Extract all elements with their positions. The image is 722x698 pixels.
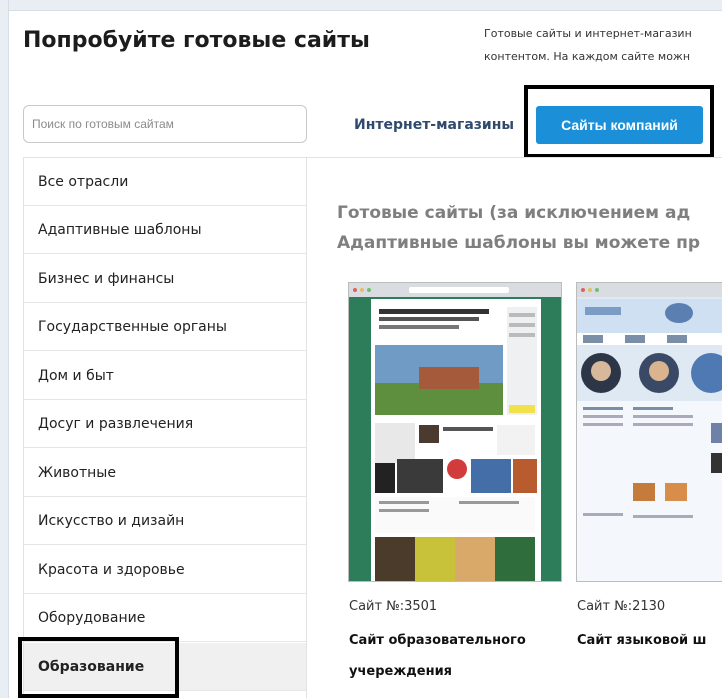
sidebar-item-all[interactable]: Все отрасли (24, 158, 306, 206)
tab-internet-shops[interactable]: Интернет-магазины (354, 117, 514, 133)
sidebar-item-animals[interactable]: Животные (24, 449, 306, 497)
highlight-box-tab (524, 85, 714, 158)
intro-line: контентом. На каждом сайте можн (484, 50, 691, 63)
intro-line: Готовые сайты и интернет-магазин (484, 27, 692, 40)
sidebar-item-business[interactable]: Бизнес и финансы (24, 255, 306, 303)
site-name[interactable]: Сайт образовательного учереждения (349, 625, 564, 687)
sidebar-item-equipment[interactable]: Оборудование (24, 594, 306, 642)
section-heading: Готовые сайты (за исключением ад Адаптив… (337, 198, 722, 258)
intro-text: Готовые сайты и интернет-магазин контент… (484, 22, 722, 68)
site-name-line: Сайт образовательного (349, 633, 526, 648)
site-name-line: Сайт языковой ш (577, 633, 707, 648)
site-thumbnail[interactable] (576, 282, 722, 582)
site-name-line: учереждения (349, 664, 453, 679)
highlight-box-sidebar (18, 637, 179, 698)
heading-line: Готовые сайты (за исключением ад (337, 203, 691, 223)
search-input[interactable] (23, 105, 307, 143)
page-title: Попробуйте готовые сайты (23, 28, 370, 53)
window-frame-left (0, 0, 9, 698)
divider (306, 157, 722, 158)
school-site-preview (349, 283, 561, 581)
sidebar-item-art[interactable]: Искусство и дизайн (24, 497, 306, 545)
site-number: Сайт №:2130 (577, 599, 666, 614)
language-site-preview (577, 283, 722, 581)
industry-sidebar: Все отрасли Адаптивные шаблоны Бизнес и … (23, 157, 307, 698)
heading-line: Адаптивные шаблоны вы можете пр (337, 233, 701, 253)
site-thumbnail[interactable] (348, 282, 562, 582)
sidebar-item-home[interactable]: Дом и быт (24, 352, 306, 400)
sidebar-item-leisure[interactable]: Досуг и развлечения (24, 400, 306, 448)
window-frame-top (0, 0, 722, 11)
sidebar-item-government[interactable]: Государственные органы (24, 303, 306, 351)
sidebar-item-beauty[interactable]: Красота и здоровье (24, 546, 306, 594)
site-name[interactable]: Сайт языковой ш (577, 625, 722, 656)
site-number: Сайт №:3501 (349, 599, 438, 614)
sidebar-item-adaptive[interactable]: Адаптивные шаблоны (24, 206, 306, 254)
